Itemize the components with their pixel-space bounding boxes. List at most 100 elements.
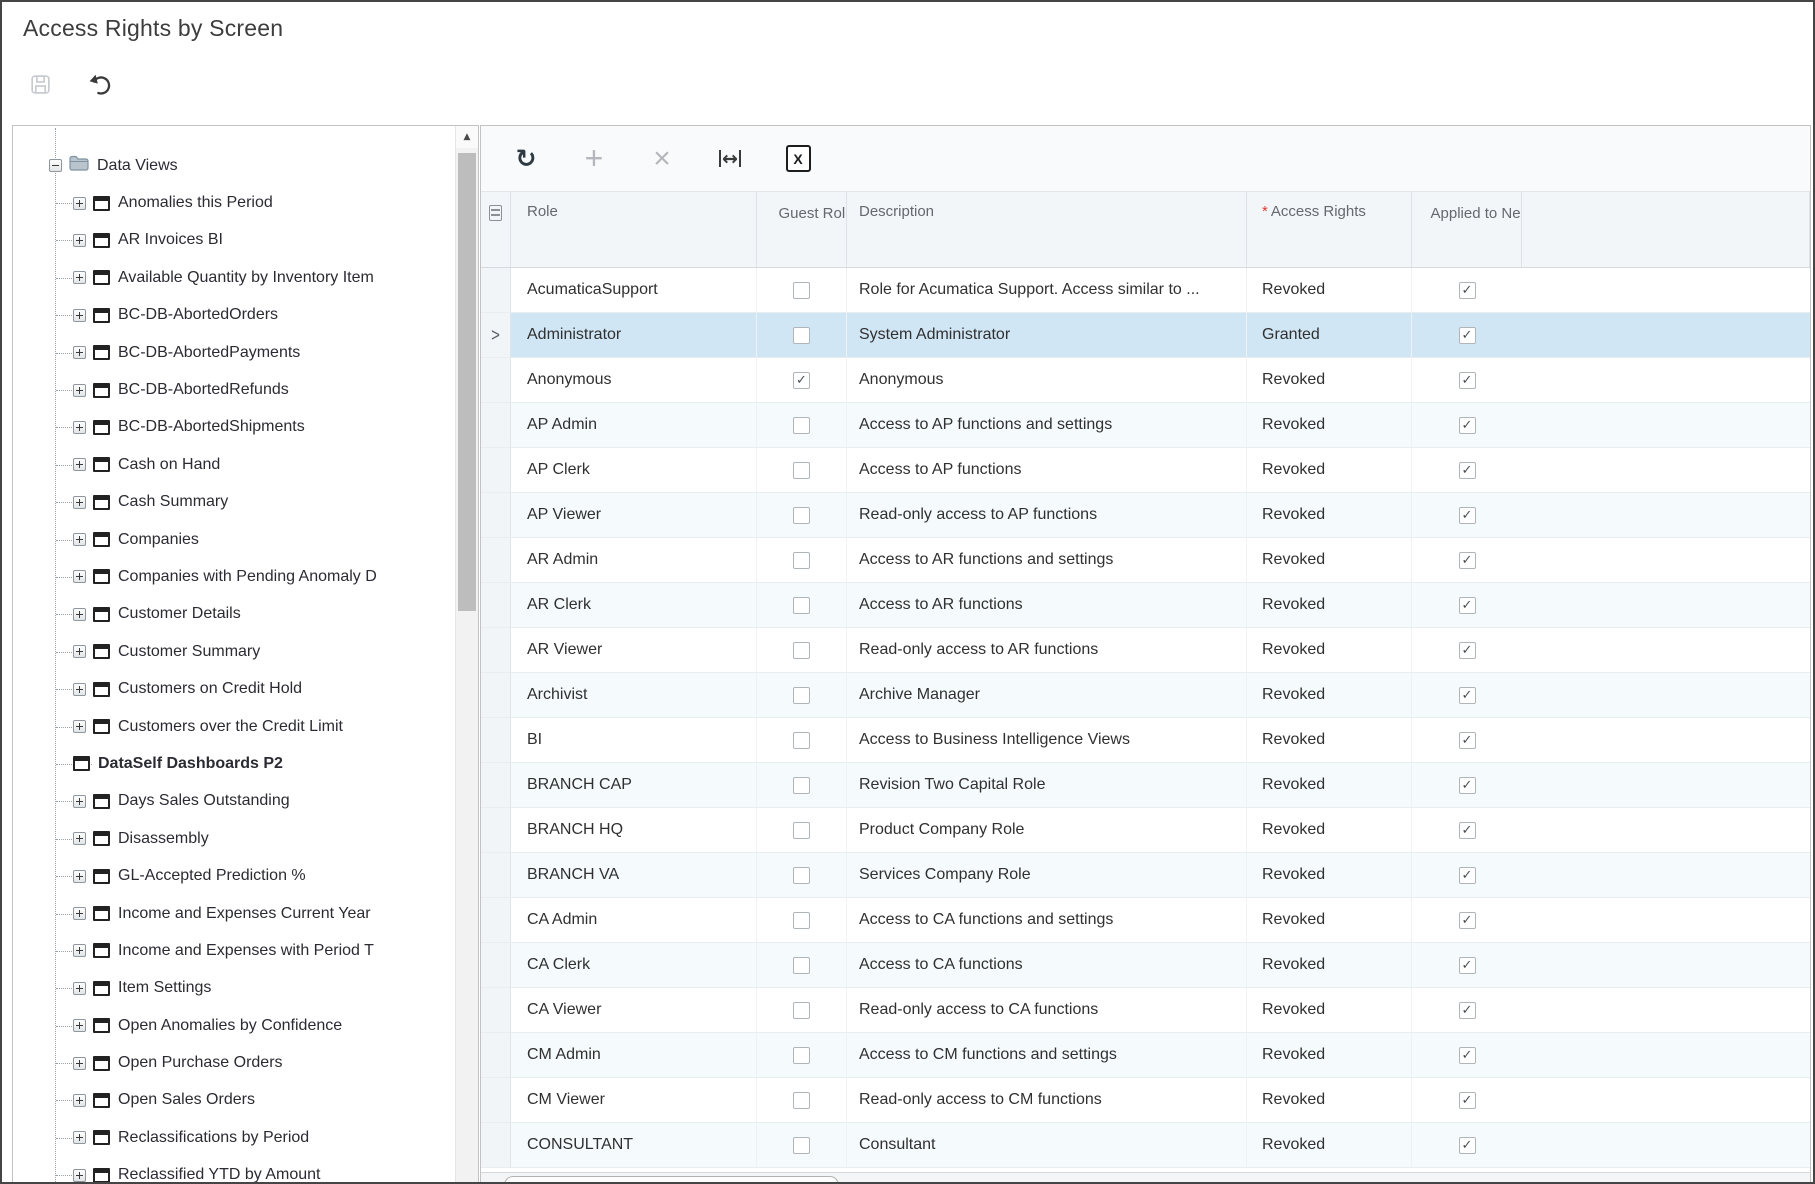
expand-plus-icon[interactable] — [73, 197, 86, 210]
tree-item-bc-db-abortedorders[interactable]: BC-DB-AbortedOrders — [13, 297, 456, 334]
description-cell[interactable]: Consultant — [847, 1123, 1247, 1168]
description-cell[interactable]: Access to AP functions — [847, 448, 1247, 493]
access-rights-cell[interactable]: Revoked — [1247, 1078, 1412, 1123]
expand-plus-icon[interactable] — [73, 496, 86, 509]
access-rights-cell[interactable]: Revoked — [1247, 493, 1412, 538]
access-rights-cell[interactable]: Revoked — [1247, 1033, 1412, 1078]
role-cell[interactable]: AP Clerk — [511, 448, 757, 493]
expand-plus-icon[interactable] — [73, 1057, 86, 1070]
guest-role-checkbox[interactable] — [793, 732, 810, 749]
guest-role-checkbox[interactable] — [793, 957, 810, 974]
guest-role-checkbox[interactable] — [793, 642, 810, 659]
role-cell[interactable]: BRANCH CAP — [511, 763, 757, 808]
tree-item-reclassifications-by-period[interactable]: Reclassifications by Period — [13, 1119, 456, 1156]
applied-to-nested-checkbox[interactable]: ✓ — [1459, 372, 1476, 389]
description-cell[interactable]: Read-only access to CA functions — [847, 988, 1247, 1033]
access-rights-cell[interactable]: Revoked — [1247, 538, 1412, 583]
access-rights-cell[interactable]: Revoked — [1247, 583, 1412, 628]
role-cell[interactable]: AR Clerk — [511, 583, 757, 628]
guest-role-checkbox[interactable] — [793, 1137, 810, 1154]
guest-role-checkbox[interactable] — [793, 507, 810, 524]
expand-plus-icon[interactable] — [73, 1019, 86, 1032]
description-cell[interactable]: Read-only access to CM functions — [847, 1078, 1247, 1123]
applied-to-nested-checkbox[interactable]: ✓ — [1459, 912, 1476, 929]
description-cell[interactable]: System Administrator — [847, 313, 1247, 358]
row-indicator-cell[interactable] — [481, 538, 511, 583]
access-rights-cell[interactable]: Revoked — [1247, 403, 1412, 448]
role-cell[interactable]: AR Admin — [511, 538, 757, 583]
column-header-guest-role[interactable]: Guest Role — [757, 192, 847, 267]
description-cell[interactable]: Product Company Role — [847, 808, 1247, 853]
guest-role-checkbox[interactable] — [793, 912, 810, 929]
grid-hscroll-thumb[interactable] — [504, 1176, 839, 1184]
description-cell[interactable]: Access to AP functions and settings — [847, 403, 1247, 448]
role-cell[interactable]: Administrator — [511, 313, 757, 358]
column-header-access-rights[interactable]: *Access Rights — [1247, 192, 1412, 267]
applied-to-nested-checkbox[interactable]: ✓ — [1459, 417, 1476, 434]
description-cell[interactable]: Revision Two Capital Role — [847, 763, 1247, 808]
expand-plus-icon[interactable] — [73, 982, 86, 995]
access-rights-cell[interactable]: Revoked — [1247, 898, 1412, 943]
expand-plus-icon[interactable] — [73, 795, 86, 808]
tree-item-bc-db-abortedpayments[interactable]: BC-DB-AbortedPayments — [13, 334, 456, 371]
tree-item-disassembly[interactable]: Disassembly — [13, 820, 456, 857]
row-indicator-cell[interactable] — [481, 448, 511, 493]
applied-to-nested-checkbox[interactable]: ✓ — [1459, 327, 1476, 344]
access-rights-cell[interactable]: Revoked — [1247, 988, 1412, 1033]
tree-item-bc-db-abortedshipments[interactable]: BC-DB-AbortedShipments — [13, 409, 456, 446]
tree-item-companies[interactable]: Companies — [13, 521, 456, 558]
tree-item-income-and-expenses-with-period-t[interactable]: Income and Expenses with Period T — [13, 932, 456, 969]
guest-role-checkbox[interactable] — [793, 1092, 810, 1109]
guest-role-checkbox[interactable] — [793, 327, 810, 344]
tree-item-available-quantity-by-inventory-item[interactable]: Available Quantity by Inventory Item — [13, 259, 456, 296]
guest-role-checkbox[interactable] — [793, 282, 810, 299]
tree-item-anomalies-this-period[interactable]: Anomalies this Period — [13, 184, 456, 221]
applied-to-nested-checkbox[interactable]: ✓ — [1459, 822, 1476, 839]
add-row-button[interactable]: + — [579, 144, 609, 174]
applied-to-nested-checkbox[interactable]: ✓ — [1459, 597, 1476, 614]
export-to-excel-button[interactable]: X — [783, 144, 813, 174]
role-cell[interactable]: BRANCH HQ — [511, 808, 757, 853]
tree-item-dataself-dashboards-p2[interactable]: DataSelf Dashboards P2 — [13, 745, 456, 782]
guest-role-checkbox[interactable] — [793, 1002, 810, 1019]
applied-to-nested-checkbox[interactable]: ✓ — [1459, 642, 1476, 659]
expand-plus-icon[interactable] — [73, 309, 86, 322]
applied-to-nested-checkbox[interactable]: ✓ — [1459, 552, 1476, 569]
guest-role-checkbox[interactable]: ✓ — [793, 372, 810, 389]
access-rights-cell[interactable]: Revoked — [1247, 1123, 1412, 1168]
guest-role-checkbox[interactable] — [793, 1047, 810, 1064]
access-rights-cell[interactable]: Revoked — [1247, 358, 1412, 403]
applied-to-nested-checkbox[interactable]: ✓ — [1459, 282, 1476, 299]
row-indicator-cell[interactable] — [481, 898, 511, 943]
role-cell[interactable]: CA Admin — [511, 898, 757, 943]
tree-item-item-settings[interactable]: Item Settings — [13, 970, 456, 1007]
applied-to-nested-checkbox[interactable]: ✓ — [1459, 1002, 1476, 1019]
role-cell[interactable]: CA Clerk — [511, 943, 757, 988]
expand-plus-icon[interactable] — [73, 832, 86, 845]
description-cell[interactable]: Read-only access to AP functions — [847, 493, 1247, 538]
expand-plus-icon[interactable] — [73, 421, 86, 434]
guest-role-checkbox[interactable] — [793, 462, 810, 479]
row-indicator-cell[interactable] — [481, 358, 511, 403]
expand-plus-icon[interactable] — [73, 907, 86, 920]
access-rights-cell[interactable]: Revoked — [1247, 718, 1412, 763]
access-rights-cell[interactable]: Revoked — [1247, 268, 1412, 313]
access-rights-cell[interactable]: Revoked — [1247, 943, 1412, 988]
refresh-button[interactable]: ↻ — [511, 144, 541, 174]
role-cell[interactable]: CM Admin — [511, 1033, 757, 1078]
role-cell[interactable]: AcumaticaSupport — [511, 268, 757, 313]
expand-plus-icon[interactable] — [73, 720, 86, 733]
tree-item-cash-on-hand[interactable]: Cash on Hand — [13, 446, 456, 483]
row-indicator-cell[interactable] — [481, 943, 511, 988]
expand-plus-icon[interactable] — [73, 234, 86, 247]
applied-to-nested-checkbox[interactable]: ✓ — [1459, 867, 1476, 884]
tree-item-customers-over-the-credit-limit[interactable]: Customers over the Credit Limit — [13, 708, 456, 745]
tree-scrollbar[interactable]: ▲ — [455, 126, 478, 1184]
description-cell[interactable]: Access to AR functions — [847, 583, 1247, 628]
description-cell[interactable]: Access to CA functions — [847, 943, 1247, 988]
row-indicator-cell[interactable] — [481, 268, 511, 313]
role-cell[interactable]: BI — [511, 718, 757, 763]
access-rights-cell[interactable]: Revoked — [1247, 763, 1412, 808]
column-header-applied-to-nested[interactable]: Applied to Nested — [1412, 192, 1522, 267]
role-cell[interactable]: Anonymous — [511, 358, 757, 403]
